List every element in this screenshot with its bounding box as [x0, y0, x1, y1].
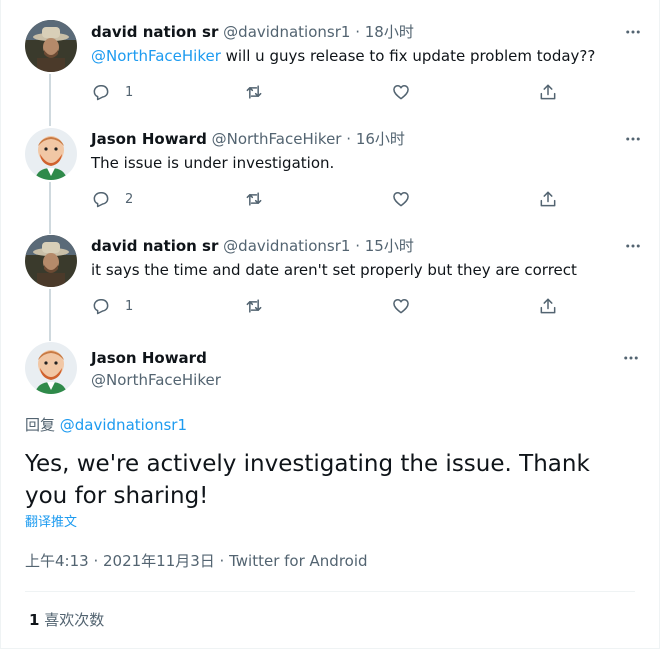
avatar-cartoon-image: [25, 342, 77, 394]
more-horizontal-icon: [624, 356, 638, 360]
user-handle[interactable]: @NorthFaceHiker: [91, 370, 221, 390]
like-button[interactable]: [391, 295, 411, 317]
reply-bubble-icon: [93, 85, 109, 101]
heart-icon: [393, 85, 409, 100]
user-handle[interactable]: @davidnationsr1: [223, 237, 350, 255]
conversation-thread: david nation sr @davidnationsr1 · 18小时 @…: [0, 0, 660, 649]
share-upload-icon: [540, 191, 556, 207]
timestamp[interactable]: 18小时: [365, 23, 414, 41]
tweet-header: david nation sr @davidnationsr1 · 15小时: [91, 236, 414, 256]
like-button[interactable]: [391, 81, 411, 103]
reply-button[interactable]: 2: [91, 188, 133, 210]
like-button[interactable]: [391, 188, 411, 210]
reply-button[interactable]: 1: [91, 295, 133, 317]
more-options-button[interactable]: [623, 236, 643, 256]
avatar-cowboy-image: [25, 20, 77, 72]
timestamp[interactable]: 15小时: [365, 237, 414, 255]
reply-bubble-icon: [93, 299, 109, 315]
more-horizontal-icon: [626, 30, 640, 34]
tweet-header: Jason Howard @NorthFaceHiker · 16小时: [91, 129, 405, 149]
more-options-button[interactable]: [623, 22, 643, 42]
mention-link[interactable]: @NorthFaceHiker: [91, 47, 221, 65]
reply-count: 1: [125, 84, 134, 100]
heart-icon: [393, 192, 409, 207]
separator: ·: [346, 130, 352, 148]
retweet-icon: [246, 299, 262, 313]
avatar[interactable]: [25, 342, 77, 394]
display-name[interactable]: david nation sr: [91, 237, 218, 255]
retweet-button[interactable]: [244, 81, 264, 103]
display-name[interactable]: Jason Howard: [91, 348, 207, 368]
replying-to: 回复 @davidnationsr1: [25, 415, 187, 435]
tweet-text: The issue is under investigation.: [91, 153, 334, 173]
more-options-button[interactable]: [623, 129, 643, 149]
share-button[interactable]: [538, 295, 558, 317]
more-horizontal-icon: [626, 137, 640, 141]
tweet-actions: 1: [91, 295, 561, 317]
share-button[interactable]: [538, 188, 558, 210]
reply-tweet[interactable]: david nation sr @davidnationsr1 · 18小时 @…: [1, 0, 660, 108]
display-name[interactable]: david nation sr: [91, 23, 218, 41]
more-options-button[interactable]: [621, 348, 641, 368]
replying-to-label: 回复: [25, 416, 60, 434]
reply-count: 1: [125, 298, 134, 314]
tweet-actions: 2: [91, 188, 561, 210]
reply-tweet[interactable]: david nation sr @davidnationsr1 · 15小时 i…: [1, 216, 660, 324]
reply-bubble-icon: [93, 192, 109, 208]
mention-link[interactable]: @davidnationsr1: [60, 416, 187, 434]
likes-count-link[interactable]: 1 喜欢次数: [29, 610, 104, 630]
share-upload-icon: [540, 298, 556, 314]
avatar-cartoon-image: [25, 128, 77, 180]
like-label: 喜欢次数: [39, 611, 105, 629]
tweet-header: david nation sr @davidnationsr1 · 18小时: [91, 22, 414, 42]
reply-tweet[interactable]: Jason Howard @NorthFaceHiker · 16小时 The …: [1, 108, 660, 216]
reply-count: 2: [125, 191, 134, 207]
tweet-text-content: will u guys release to fix update proble…: [220, 47, 596, 65]
translate-tweet-link[interactable]: 翻译推文: [25, 514, 77, 532]
avatar[interactable]: [25, 20, 77, 72]
avatar[interactable]: [25, 128, 77, 180]
retweet-button[interactable]: [244, 295, 264, 317]
separator: ·: [355, 23, 360, 41]
tweet-actions: 1: [91, 81, 561, 103]
separator: ·: [355, 237, 360, 255]
tweet-timestamp-source[interactable]: 上午4:13 · 2021年11月3日 · Twitter for Androi…: [25, 551, 368, 571]
retweet-icon: [246, 192, 262, 206]
tweet-text: it says the time and date aren't set pro…: [91, 260, 577, 280]
user-handle[interactable]: @davidnationsr1: [223, 23, 350, 41]
tweet-text: @NorthFaceHiker will u guys release to f…: [91, 46, 595, 66]
share-upload-icon: [540, 84, 556, 100]
retweet-icon: [246, 85, 262, 99]
avatar-cowboy-image: [25, 235, 77, 287]
tweet-text-content: The issue is under investigation.: [91, 154, 335, 172]
avatar[interactable]: [25, 235, 77, 287]
heart-icon: [393, 299, 409, 314]
like-count: 1: [29, 611, 40, 629]
reply-button[interactable]: 1: [91, 81, 133, 103]
tweet-text: Yes, we're actively investigating the is…: [25, 451, 590, 509]
retweet-button[interactable]: [244, 188, 264, 210]
divider: [25, 591, 635, 592]
share-button[interactable]: [538, 81, 558, 103]
user-handle[interactable]: @NorthFaceHiker: [212, 130, 342, 148]
more-horizontal-icon: [626, 244, 640, 248]
tweet-text-content: it says the time and date aren't set pro…: [91, 261, 577, 279]
timestamp[interactable]: 16小时: [356, 130, 405, 148]
display-name[interactable]: Jason Howard: [91, 130, 207, 148]
